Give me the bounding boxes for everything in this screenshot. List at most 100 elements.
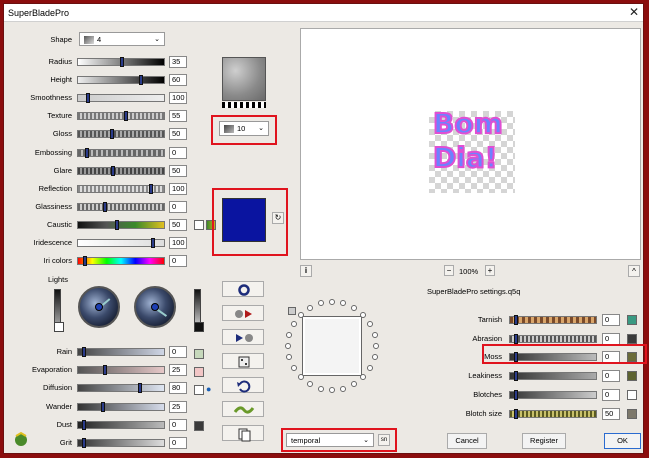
play-back-button[interactable] [222, 329, 264, 345]
texture-value-input[interactable]: 55 [169, 110, 187, 123]
environment-dot[interactable] [317, 385, 324, 392]
texture-slider[interactable] [77, 111, 165, 122]
grit-value-input[interactable]: 0 [169, 437, 187, 449]
caustic-value-input[interactable]: 50 [169, 218, 187, 231]
caustic-slider[interactable] [77, 219, 165, 230]
smoothness-value-input[interactable]: 100 [169, 92, 187, 105]
rain-value-input[interactable]: 0 [169, 346, 187, 358]
blotch-size-slider-thumb[interactable] [514, 408, 518, 419]
environment-dot[interactable] [297, 311, 304, 318]
environment-dot[interactable] [360, 311, 367, 318]
env-corner-icon[interactable] [288, 307, 296, 315]
glare-slider-thumb[interactable] [111, 165, 115, 176]
environment-dot[interactable] [340, 385, 347, 392]
environment-dot[interactable] [285, 343, 291, 349]
environment-dot[interactable] [329, 299, 335, 305]
grit-slider-thumb[interactable] [82, 438, 86, 448]
dust-color-chip[interactable] [194, 421, 204, 431]
wander-slider[interactable] [77, 401, 165, 412]
rain-slider-thumb[interactable] [82, 347, 86, 357]
wander-slider-thumb[interactable] [101, 401, 105, 412]
blotches-slider[interactable] [509, 389, 597, 400]
environment-dot[interactable] [317, 300, 324, 307]
reflection-value-input[interactable]: 100 [169, 182, 187, 195]
iridescence-value-input[interactable]: 100 [169, 237, 187, 249]
reflection-slider-thumb[interactable] [149, 183, 153, 194]
leakiness-slider[interactable] [509, 371, 597, 382]
cancel-button[interactable]: Cancel [447, 433, 487, 449]
gloss-value-input[interactable]: 50 [169, 128, 187, 141]
diffusion-slider-thumb[interactable] [138, 383, 142, 394]
tarnish-slider[interactable] [509, 315, 597, 325]
blotch-size-slider[interactable] [509, 408, 597, 419]
evaporation-color-chip[interactable] [194, 367, 204, 377]
abrasion-value-input[interactable]: 0 [602, 332, 620, 345]
caustic-color-chip[interactable] [194, 220, 204, 230]
environment-dot[interactable] [373, 343, 379, 349]
texture-slider-thumb[interactable] [124, 111, 128, 122]
ok-button[interactable]: OK [604, 433, 641, 449]
height-value-input[interactable]: 60 [169, 74, 187, 87]
environment-dot[interactable] [286, 331, 293, 338]
abrasion-color-chip[interactable] [627, 333, 637, 344]
environment-dot[interactable] [297, 374, 304, 381]
gloss-slider[interactable] [77, 129, 165, 140]
iridescence-slider[interactable] [77, 238, 165, 248]
embossing-slider[interactable] [77, 147, 165, 158]
dust-value-input[interactable]: 0 [169, 418, 187, 431]
undo-button[interactable] [222, 377, 264, 393]
close-icon[interactable]: ✕ [629, 5, 639, 19]
evaporation-slider-thumb[interactable] [103, 365, 107, 376]
glare-slider[interactable] [77, 165, 165, 176]
diffusion-value-input[interactable]: 80 [169, 382, 187, 395]
zoom-out-button[interactable]: − [444, 265, 454, 276]
chevron-up-icon[interactable]: ^ [628, 265, 640, 277]
abrasion-slider[interactable] [509, 333, 597, 344]
radius-value-input[interactable]: 35 [169, 56, 187, 68]
environment-dot[interactable] [367, 321, 374, 327]
dust-slider[interactable] [77, 419, 165, 430]
diffusion-color-chip[interactable] [194, 385, 204, 395]
light-direction-knob-1[interactable] [78, 286, 120, 328]
evaporation-value-input[interactable]: 25 [169, 364, 187, 377]
light-left-bar[interactable] [54, 289, 61, 323]
environment-dot[interactable] [286, 354, 293, 361]
light-right-color-chip[interactable] [194, 322, 204, 332]
environment-dot[interactable] [290, 365, 297, 371]
blotches-value-input[interactable]: 0 [602, 388, 620, 401]
embossing-slider-thumb[interactable] [85, 147, 89, 158]
refresh-color-icon[interactable]: ↻ [272, 212, 284, 224]
randomize-button[interactable] [222, 353, 264, 369]
environment-dot[interactable] [340, 300, 347, 307]
info-icon[interactable]: i [300, 265, 312, 277]
radius-slider-thumb[interactable] [120, 57, 124, 67]
environment-dot[interactable] [371, 354, 378, 361]
mode-aux-button[interactable]: sn [378, 434, 390, 446]
mode-select[interactable]: temporal ⌄ [286, 433, 374, 447]
blotch-size-color-chip[interactable] [627, 408, 637, 419]
leakiness-slider-thumb[interactable] [514, 371, 518, 382]
environment-dot[interactable] [371, 331, 378, 338]
rain-slider[interactable] [77, 347, 165, 357]
caustic-slider-thumb[interactable] [115, 219, 119, 230]
glassiness-slider-thumb[interactable] [103, 201, 107, 212]
play-forward-button[interactable] [222, 305, 264, 321]
radius-slider[interactable] [77, 57, 165, 67]
smoothness-slider[interactable] [77, 93, 165, 104]
blotches-color-chip[interactable] [627, 389, 637, 400]
dust-slider-thumb[interactable] [82, 419, 86, 430]
environment-dot[interactable] [307, 381, 313, 388]
height-slider-thumb[interactable] [139, 75, 143, 86]
light-left-color-chip[interactable] [54, 322, 64, 332]
tarnish-value-input[interactable]: 0 [602, 314, 620, 326]
gloss-slider-thumb[interactable] [110, 129, 114, 140]
environment-dot[interactable] [360, 374, 367, 381]
environment-map-preview[interactable] [302, 316, 362, 376]
iri-colors-slider-thumb[interactable] [83, 256, 87, 267]
embossing-value-input[interactable]: 0 [169, 146, 187, 159]
tarnish-color-chip[interactable] [627, 315, 637, 325]
smoothness-slider-thumb[interactable] [86, 93, 90, 104]
zoom-in-button[interactable]: + [485, 265, 495, 276]
abrasion-slider-thumb[interactable] [514, 333, 518, 344]
light-direction-knob-2[interactable] [134, 286, 176, 328]
